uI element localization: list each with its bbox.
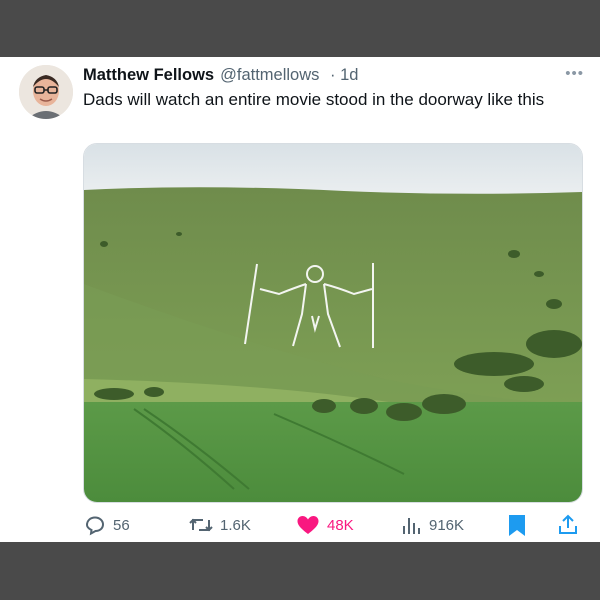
tweet-actions: 56 1.6K 48K 916K (83, 513, 583, 537)
tweet-photo[interactable] (83, 143, 583, 503)
reply-count: 56 (113, 516, 130, 534)
bookmark-icon (509, 515, 525, 536)
analytics-icon (403, 518, 420, 534)
author-handle[interactable]: @fattmellows (220, 66, 319, 84)
reply-button[interactable]: 56 (83, 513, 130, 537)
more-options-icon[interactable]: ••• (565, 65, 584, 82)
like-count: 48K (327, 516, 354, 534)
tweet-header: Matthew Fellows @fattmellows · 1d (83, 65, 560, 85)
author-name[interactable]: Matthew Fellows (83, 66, 214, 84)
avatar[interactable] (19, 65, 73, 119)
views-button[interactable]: 916K (401, 513, 464, 537)
heart-icon (297, 516, 319, 534)
views-count: 916K (429, 516, 465, 534)
share-icon (559, 514, 577, 534)
landscape-image (84, 144, 582, 502)
bookmark-button[interactable] (506, 513, 534, 537)
tweet-card[interactable]: Matthew Fellows @fattmellows · 1d ••• Dad… (0, 57, 600, 542)
tweet-text: Dads will watch an entire movie stood in… (83, 90, 545, 109)
repost-button[interactable]: 1.6K (188, 513, 251, 537)
like-button[interactable]: 48K (295, 513, 354, 537)
reply-icon (85, 516, 105, 536)
repost-count: 1.6K (220, 516, 251, 534)
repost-icon (189, 518, 213, 532)
timestamp[interactable]: · 1d (330, 66, 358, 84)
share-button[interactable] (556, 513, 586, 537)
avatar-image (19, 65, 73, 119)
